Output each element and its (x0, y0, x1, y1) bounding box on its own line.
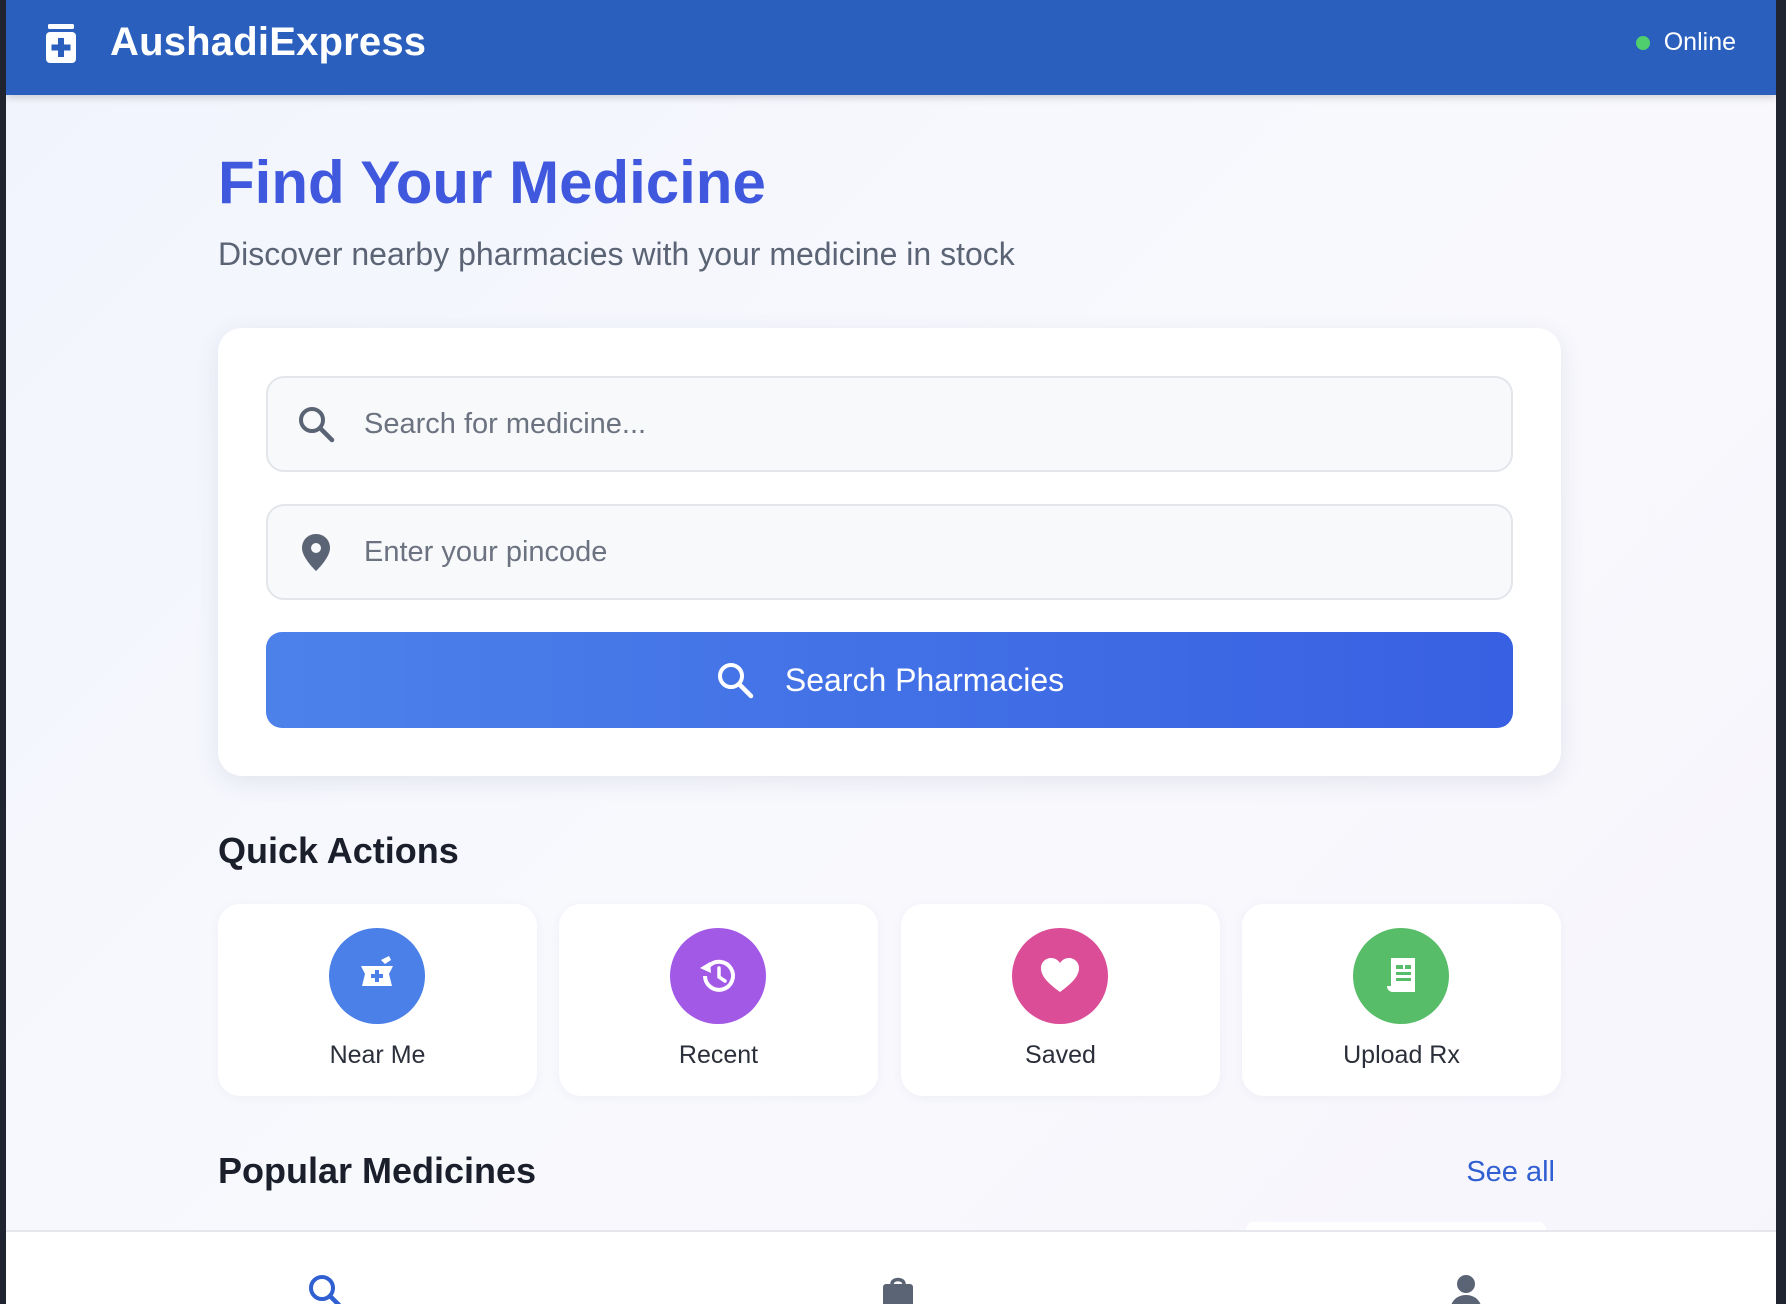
quick-actions-grid: Near Me Recent Saved Upload Rx (218, 904, 1561, 1096)
shopping-bag-icon (883, 1277, 913, 1304)
quick-action-label: Near Me (329, 1041, 426, 1069)
quick-action-near-me[interactable]: Near Me (218, 904, 537, 1096)
quick-action-label: Recent (678, 1041, 759, 1069)
quick-action-label: Upload Rx (1343, 1041, 1460, 1069)
pharmacy-mortar-icon (361, 956, 393, 986)
app-header: AushadiExpress Online (6, 0, 1776, 95)
page-subtitle: Discover nearby pharmacies with your med… (218, 236, 1015, 272)
search-icon (309, 1275, 342, 1304)
history-icon (700, 959, 735, 992)
quick-action-saved[interactable]: Saved (901, 904, 1220, 1096)
medicine-search-field (266, 376, 1513, 472)
heart-icon (1041, 958, 1079, 992)
user-icon (1451, 1275, 1481, 1304)
pincode-input[interactable] (364, 506, 1484, 598)
popular-medicine-card-peek (1246, 1222, 1546, 1230)
nav-search[interactable] (306, 1272, 350, 1304)
prescription-icon (1387, 958, 1415, 992)
nav-profile[interactable] (1446, 1272, 1490, 1304)
search-pharmacies-button[interactable]: Search Pharmacies (266, 632, 1513, 728)
medicine-search-input[interactable] (364, 378, 1484, 470)
saved-icon-circle (1012, 928, 1108, 1024)
medicine-bottle-icon (46, 24, 76, 63)
search-button-label: Search Pharmacies (784, 661, 1065, 698)
quick-actions-title: Quick Actions (218, 830, 459, 871)
status-dot-icon (1635, 35, 1650, 50)
quick-action-upload-rx[interactable]: Upload Rx (1242, 904, 1561, 1096)
nav-orders[interactable] (878, 1272, 922, 1304)
connection-status: Online (1635, 28, 1736, 57)
popular-medicines-title: Popular Medicines (218, 1150, 537, 1191)
search-icon (299, 407, 335, 443)
near-me-icon-circle (329, 928, 425, 1024)
quick-action-label: Saved (1025, 1041, 1096, 1069)
status-label: Online (1663, 28, 1736, 56)
recent-icon-circle (670, 928, 766, 1024)
app-screen: AushadiExpress Online Find Your Medicine… (6, 0, 1776, 1304)
page-title: Find Your Medicine (218, 149, 766, 216)
search-icon (717, 663, 754, 699)
search-card: Search Pharmacies (218, 328, 1561, 776)
app-brand: AushadiExpress (110, 20, 427, 64)
bottom-navigation (6, 1230, 1776, 1304)
location-pin-icon (302, 534, 330, 571)
pincode-field (266, 504, 1513, 600)
upload-rx-icon-circle (1353, 928, 1449, 1024)
see-all-link[interactable]: See all (1466, 1156, 1555, 1189)
quick-action-recent[interactable]: Recent (559, 904, 878, 1096)
